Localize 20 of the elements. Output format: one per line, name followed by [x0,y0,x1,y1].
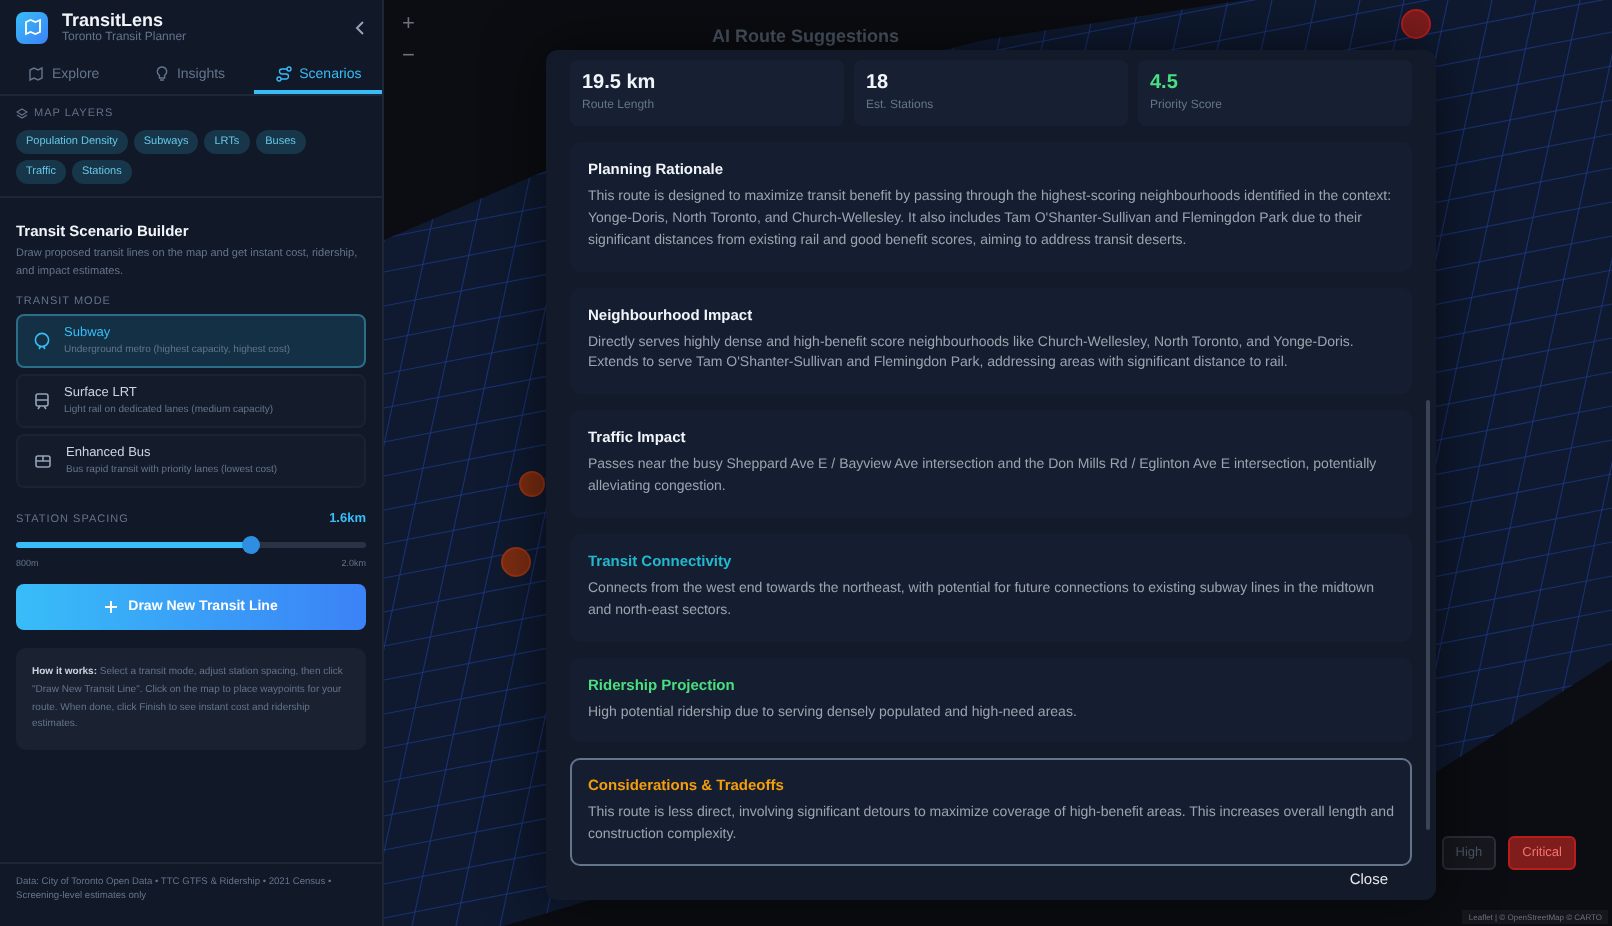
zoom-out-button[interactable]: − [396,44,421,68]
collapse-icon[interactable] [354,19,366,35]
panel-title: AI Route Suggestions [712,26,900,46]
spacing-slider[interactable] [16,542,366,549]
layers-icon [16,108,28,120]
stat-value: 4.5 [1150,72,1180,94]
lightbulb-icon [156,66,169,82]
tram-icon [34,392,50,411]
plus-icon [104,600,119,615]
zoom-in-button[interactable]: + [396,12,421,36]
app-logo-icon [16,11,48,43]
slider-thumb[interactable] [241,536,260,555]
bus-icon [34,453,52,470]
stat-value: 19.5 km [582,72,658,94]
scrollbar[interactable] [1426,400,1430,830]
train-icon [34,332,50,351]
map-icon [27,66,44,82]
stat-value: 18 [866,72,891,94]
app-name: TransitLens [62,10,166,30]
route-icon [275,66,292,82]
